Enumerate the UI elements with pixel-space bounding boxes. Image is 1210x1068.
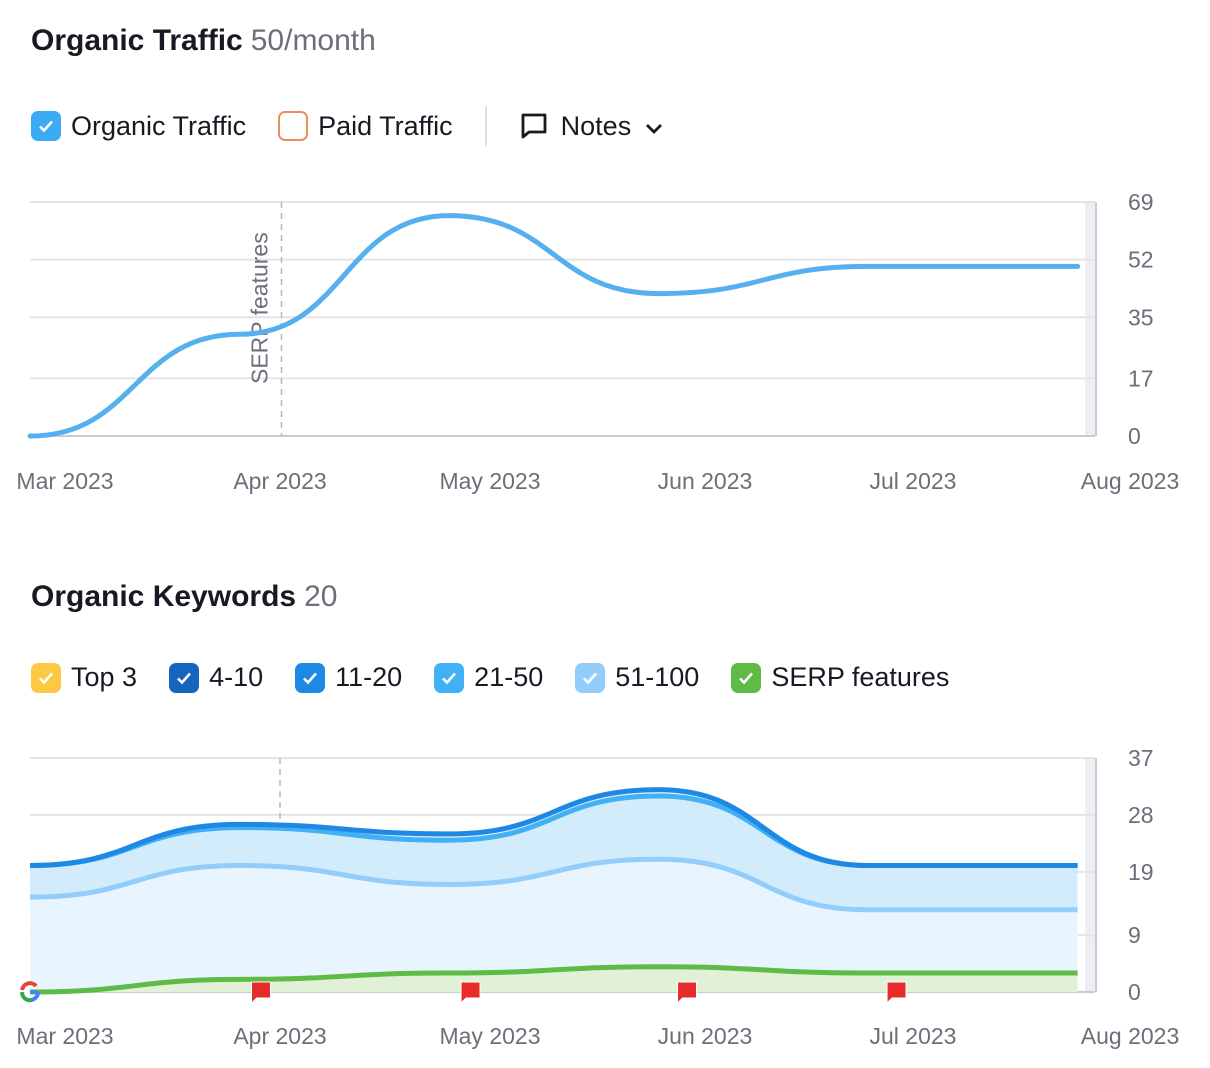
x-tick-label: Jun 2023 [658,1023,753,1049]
x-tick-label: Apr 2023 [233,1023,326,1049]
plot-end-band [1085,758,1095,992]
flag-icon [886,981,907,1005]
y-tick-label: 0 [1128,979,1141,1005]
flag-icon [251,981,272,1005]
x-tick-label: Jul 2023 [870,1023,957,1049]
y-tick-label: 37 [1128,745,1154,771]
organic-keywords-chart: 0 9 19 28 37 Mar 2023 Apr 2023 May 2023 Jun 2023… [16,745,1179,1049]
x-tick-label: Mar 2023 [16,1023,113,1049]
flag-icon [677,981,698,1005]
y-tick-label: 9 [1128,922,1141,948]
flag-icon [460,981,481,1005]
x-tick-label: Aug 2023 [1081,1023,1179,1049]
y-tick-label: 19 [1128,859,1154,885]
x-tick-label: May 2023 [439,1023,540,1049]
y-tick-label: 28 [1128,802,1154,828]
